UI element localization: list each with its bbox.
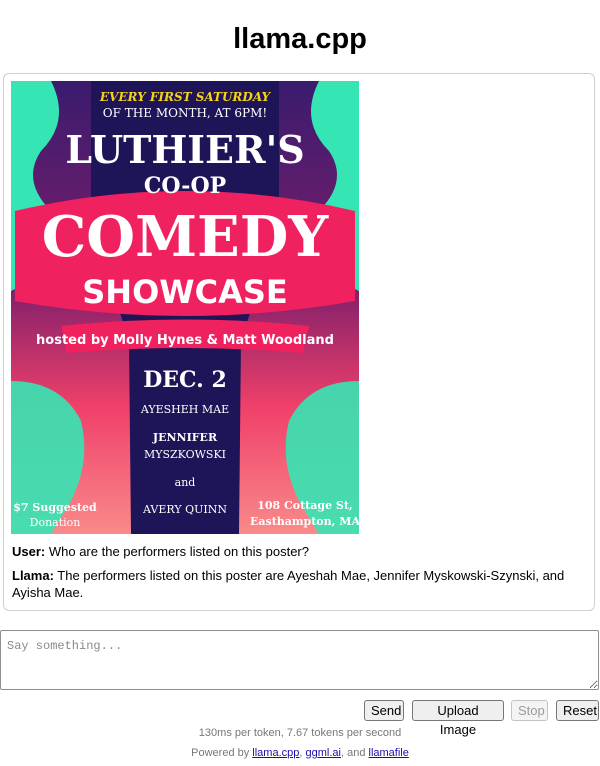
upload-image-button[interactable]: Upload Image bbox=[412, 700, 504, 737]
message-text: Who are the performers listed on this po… bbox=[45, 544, 309, 559]
send-button[interactable]: Send bbox=[364, 700, 404, 721]
poster-performer3: AVERY QUINN bbox=[142, 503, 227, 516]
footer-link-ggml[interactable]: ggml.ai bbox=[306, 747, 341, 759]
footer: Powered by llama.cpp, ggml.ai, and llama… bbox=[0, 746, 600, 760]
chat-message-llama: Llama: The performers listed on this pos… bbox=[12, 567, 587, 601]
footer-link-llamacpp[interactable]: llama.cpp bbox=[252, 747, 299, 759]
chat-log: EVERY FIRST SATURDAY OF THE MONTH, AT 6P… bbox=[3, 73, 595, 611]
footer-link-llamafile[interactable]: llamafile bbox=[369, 747, 409, 759]
reset-button[interactable]: Reset bbox=[556, 700, 599, 721]
footer-prefix: Powered by bbox=[191, 747, 253, 759]
chat-message-user: User: Who are the performers listed on t… bbox=[12, 543, 587, 560]
message-input[interactable] bbox=[0, 630, 599, 690]
stop-button[interactable]: Stop bbox=[511, 700, 548, 721]
poster-addr1: 108 Cottage St, bbox=[257, 499, 353, 512]
poster-top-line2: OF THE MONTH, AT 6PM! bbox=[103, 106, 267, 120]
poster-price1: $7 Suggested bbox=[13, 501, 97, 514]
poster-addr2: Easthampton, MA bbox=[250, 515, 359, 528]
page-title: llama.cpp bbox=[233, 23, 367, 55]
poster-date: DEC. 2 bbox=[143, 367, 227, 393]
poster-showcase: SHOWCASE bbox=[82, 273, 287, 311]
footer-separator: , and bbox=[340, 747, 369, 759]
poster-performer1: AYESHEH MAE bbox=[140, 403, 229, 416]
message-role: Llama: bbox=[12, 568, 54, 583]
message-text: The performers listed on this poster are… bbox=[12, 568, 565, 600]
message-role: User: bbox=[12, 544, 46, 559]
generation-stats: 130ms per token, 7.67 tokens per second bbox=[198, 727, 402, 739]
uploaded-image: EVERY FIRST SATURDAY OF THE MONTH, AT 6P… bbox=[11, 81, 359, 534]
poster-performer2a: JENNIFER bbox=[152, 431, 218, 444]
poster-coop: CO-OP bbox=[144, 173, 226, 199]
poster-and: and bbox=[175, 476, 196, 489]
poster-name: LUTHIER'S bbox=[65, 127, 304, 172]
poster-performer2b: MYSZKOWSKI bbox=[144, 448, 226, 461]
poster-hosted: hosted by Molly Hynes & Matt Woodland bbox=[36, 333, 334, 348]
poster-top-line1: EVERY FIRST SATURDAY bbox=[99, 90, 272, 104]
poster-comedy: COMEDY bbox=[42, 204, 330, 270]
poster-price2: Donation bbox=[30, 516, 81, 529]
